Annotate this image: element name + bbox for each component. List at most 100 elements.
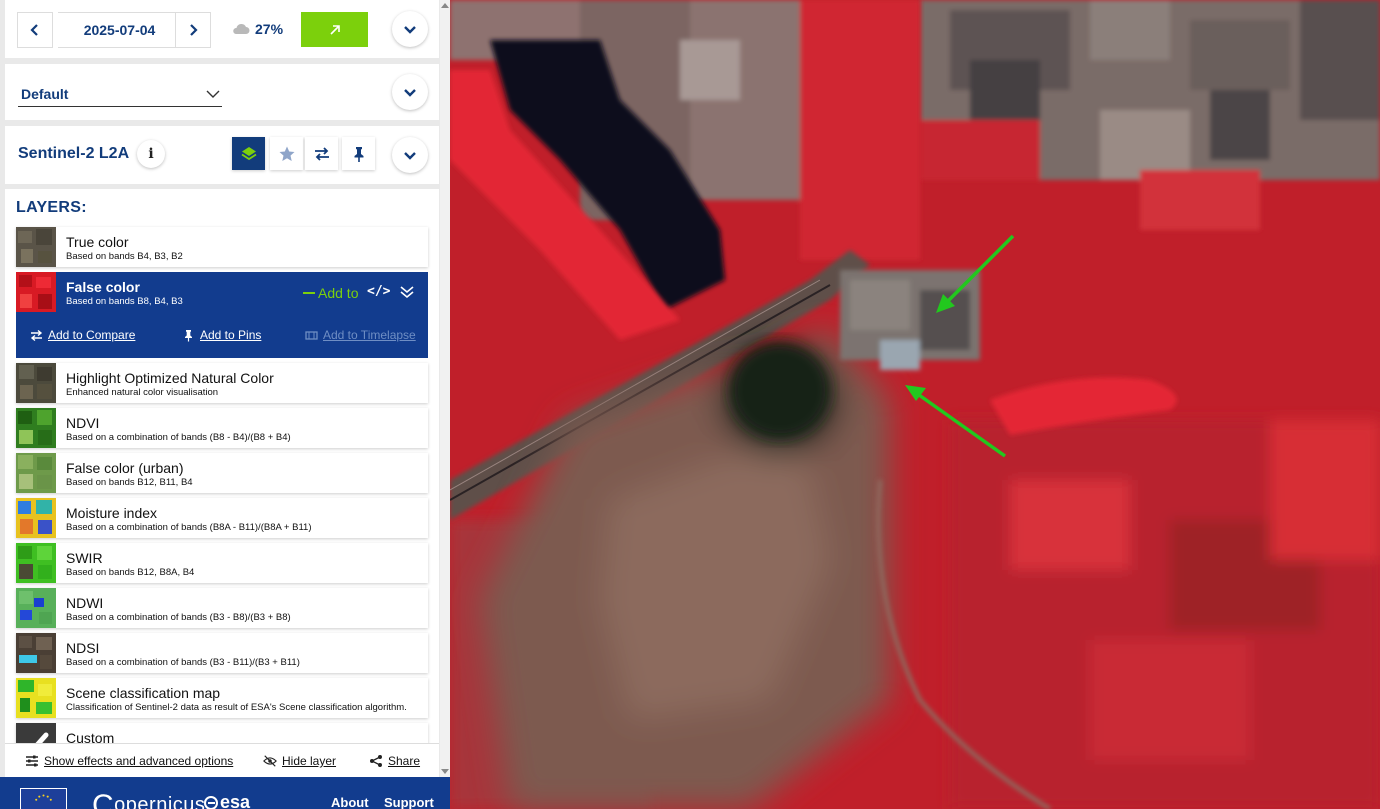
chevron-down-icon: [206, 90, 220, 98]
layer-name: NDVI: [66, 415, 100, 431]
dataset-title: Sentinel-2 L2A: [18, 145, 130, 162]
theme-select[interactable]: Default: [18, 82, 222, 107]
layer-description: Classification of Sentinel-2 data as res…: [66, 702, 407, 713]
previous-date-button[interactable]: [17, 12, 53, 48]
layer-custom[interactable]: Custom: [16, 723, 428, 743]
cloud-coverage: 27%: [232, 21, 283, 37]
add-to-button[interactable]: Add to: [303, 285, 358, 301]
add-to-timelapse-link[interactable]: Add to Timelapse: [305, 328, 416, 342]
layer-description: Based on bands B12, B8A, B4: [66, 567, 195, 578]
pins-button[interactable]: [342, 137, 375, 170]
esa-logo: esa: [204, 792, 250, 809]
minus-icon: [303, 292, 315, 294]
layer-highlight-optimized[interactable]: Highlight Optimized Natural Color Enhanc…: [16, 363, 428, 403]
cloud-coverage-value: 27%: [255, 21, 284, 37]
chevron-right-icon: [190, 24, 198, 36]
add-to-compare-link[interactable]: Add to Compare: [30, 328, 135, 342]
share-label: Share: [388, 754, 421, 768]
layer-description: Based on a combination of bands (B3 - B8…: [66, 612, 291, 623]
esa-text: esa: [220, 792, 251, 809]
layer-name: False color: [66, 279, 140, 295]
layers-card: LAYERS: True color Based on bands B4, B3…: [5, 189, 439, 743]
hide-layer-label: Hide layer: [282, 754, 337, 768]
satellite-map[interactable]: [450, 0, 1380, 809]
layer-thumbnail: [16, 363, 56, 403]
false-color-imagery[interactable]: [450, 0, 1380, 809]
layer-ndvi[interactable]: NDVI Based on a combination of bands (B8…: [16, 408, 428, 448]
layer-description: Based on bands B12, B11, B4: [66, 477, 193, 488]
pin-icon: [354, 146, 363, 162]
info-button[interactable]: i: [137, 140, 165, 168]
add-to-label: Add to: [318, 285, 359, 301]
layer-options-bar: Show effects and advanced options Hide l…: [5, 743, 439, 777]
layer-ndsi[interactable]: NDSI Based on a combination of bands (B3…: [16, 633, 428, 673]
layer-false-color-urban[interactable]: False color (urban) Based on bands B12, …: [16, 453, 428, 493]
layer-thumbnail: [16, 633, 56, 673]
hide-layer-link[interactable]: Hide layer: [263, 754, 336, 768]
theme-select-value: Default: [21, 86, 69, 102]
add-to-pins-link[interactable]: Add to Pins: [182, 328, 261, 342]
scroll-up-arrow[interactable]: [441, 3, 449, 8]
layer-name: NDSI: [66, 640, 100, 656]
layer-description: Based on bands B4, B3, B2: [66, 251, 183, 262]
favorites-button[interactable]: [270, 137, 303, 170]
layers-icon: [241, 146, 256, 160]
layer-scene-classification[interactable]: Scene classification map Classification …: [16, 678, 428, 718]
layer-ndwi[interactable]: NDWI Based on a combination of bands (B3…: [16, 588, 428, 628]
layer-description: Based on a combination of bands (B3 - B1…: [66, 657, 300, 668]
collapse-dataset-button[interactable]: [392, 137, 428, 173]
layer-name: NDWI: [66, 595, 104, 611]
show-effects-link[interactable]: Show effects and advanced options: [25, 754, 233, 768]
layer-thumbnail: [16, 408, 56, 448]
layer-thumbnail: [16, 227, 56, 267]
layer-name: Scene classification map: [66, 685, 221, 701]
dataset-card: Sentinel-2 L2A i: [5, 126, 439, 184]
collapse-theme-button[interactable]: [392, 74, 428, 110]
layer-false-color-selected[interactable]: False color Based on bands B8, B4, B3 Ad…: [16, 272, 428, 358]
layer-name: False color (urban): [66, 460, 184, 476]
scroll-down-arrow[interactable]: [441, 769, 449, 774]
compare-arrows-icon: [30, 329, 43, 341]
film-icon: [305, 330, 318, 340]
copernicus-text: opernicus: [114, 794, 206, 809]
layer-description: Based on a combination of bands (B8 - B4…: [66, 432, 291, 443]
sidebar-panel: 2025-07-04 27% Default Sentinel-2 L2A i: [0, 0, 450, 809]
paint-brush-icon: [16, 723, 56, 743]
layer-name: Highlight Optimized Natural Color: [66, 370, 274, 386]
double-chevron-down-icon[interactable]: [399, 284, 415, 300]
layer-thumbnail: [16, 678, 56, 718]
add-to-pins-label: Add to Pins: [200, 328, 262, 342]
layer-name: SWIR: [66, 550, 103, 566]
copernicus-c-mark: C: [92, 789, 115, 809]
layer-description: Based on a combination of bands (B8A - B…: [66, 522, 312, 533]
eye-slash-icon: [263, 755, 277, 767]
date-display[interactable]: 2025-07-04: [58, 12, 181, 48]
next-date-button[interactable]: [175, 12, 211, 48]
add-to-timelapse-label: Add to Timelapse: [323, 328, 416, 342]
about-link[interactable]: About: [331, 795, 369, 809]
share-link[interactable]: Share: [369, 754, 420, 768]
collapse-date-button[interactable]: [392, 11, 428, 47]
footer: Copernicus esa About Support: [0, 777, 450, 809]
layer-description: Based on bands B8, B4, B3: [66, 296, 183, 307]
layer-true-color[interactable]: True color Based on bands B4, B3, B2: [16, 227, 428, 267]
layer-description: Enhanced natural color visualisation: [66, 387, 219, 398]
visualize-button[interactable]: [301, 12, 368, 47]
layer-moisture-index[interactable]: Moisture index Based on a combination of…: [16, 498, 428, 538]
cloud-icon: [233, 23, 250, 34]
sidebar-scrollbar[interactable]: [440, 0, 450, 777]
layers-tab-button[interactable]: [232, 137, 265, 170]
eu-flag-logo: [20, 788, 67, 809]
chevron-left-icon: [30, 24, 38, 36]
compare-button[interactable]: [305, 137, 338, 170]
layer-name: Moisture index: [66, 505, 158, 521]
support-link[interactable]: Support: [384, 795, 434, 809]
layer-swir[interactable]: SWIR Based on bands B12, B8A, B4: [16, 543, 428, 583]
arrow-up-right-icon: [329, 24, 340, 35]
star-icon: [279, 146, 294, 161]
sliders-icon: [26, 755, 38, 767]
copernicus-logo: Copernicus: [92, 789, 205, 809]
code-icon[interactable]: </>: [367, 284, 390, 299]
chevron-down-icon: [404, 26, 416, 34]
pin-icon: [185, 329, 192, 341]
